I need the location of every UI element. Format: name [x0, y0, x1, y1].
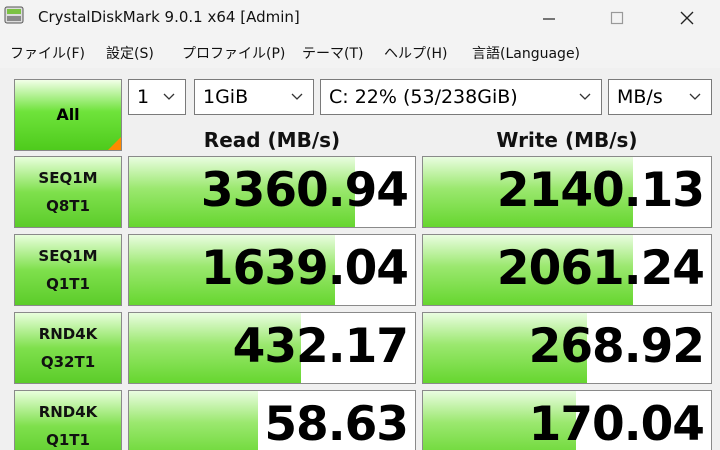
maximize-icon: [610, 11, 624, 25]
dropdown-arrow-icon: [163, 93, 175, 100]
dropdown-arrow-icon: [689, 93, 701, 100]
test-params: Q8T1: [46, 197, 90, 215]
write-result-value: 268.92: [528, 319, 705, 374]
all-button[interactable]: All: [14, 79, 122, 151]
title-bar: CrystalDiskMark 9.0.1 x64 [Admin]: [0, 0, 720, 36]
unit-select[interactable]: MB/s: [608, 79, 712, 115]
test-button-rnd4k-q32t1[interactable]: RND4K Q32T1: [14, 312, 122, 384]
read-result-value: 3360.94: [200, 163, 409, 218]
drive-select-value: C: 22% (53/238GiB): [329, 86, 518, 108]
test-params: Q32T1: [40, 353, 96, 371]
menu-profile[interactable]: プロファイル(P): [182, 43, 285, 63]
read-result-value: 58.63: [264, 397, 409, 450]
size-select-value: 1GiB: [203, 86, 249, 108]
menu-theme[interactable]: テーマ(T): [302, 43, 363, 63]
read-header: Read (MB/s): [203, 128, 341, 152]
write-header: Write (MB/s): [496, 128, 638, 152]
test-name: SEQ1M: [38, 169, 98, 187]
app-disk-icon: [4, 6, 24, 24]
count-select[interactable]: 1: [128, 79, 186, 115]
write-result-cell: 2140.13: [422, 156, 712, 228]
read-result-value: 432.17: [232, 319, 409, 374]
write-result-cell: 2061.24: [422, 234, 712, 306]
read-result-cell: 3360.94: [128, 156, 416, 228]
test-button-seq1m-q8t1[interactable]: SEQ1M Q8T1: [14, 156, 122, 228]
unit-select-value: MB/s: [617, 86, 663, 108]
write-result-cell: 170.04: [422, 390, 712, 450]
write-result-cell: 268.92: [422, 312, 712, 384]
dropdown-arrow-icon: [579, 93, 591, 100]
menu-file[interactable]: ファイル(F): [10, 43, 85, 63]
read-result-cell: 432.17: [128, 312, 416, 384]
test-params: Q1T1: [46, 431, 90, 449]
test-button-rnd4k-q1t1[interactable]: RND4K Q1T1: [14, 390, 122, 450]
write-result-value: 170.04: [528, 397, 705, 450]
write-result-value: 2140.13: [496, 163, 705, 218]
test-button-seq1m-q1t1[interactable]: SEQ1M Q1T1: [14, 234, 122, 306]
dropdown-arrow-icon: [291, 93, 303, 100]
minimize-icon: [543, 18, 555, 20]
read-result-bar: [129, 391, 258, 450]
test-name: RND4K: [38, 403, 98, 421]
window-title: CrystalDiskMark 9.0.1 x64 [Admin]: [38, 8, 300, 26]
test-params: Q1T1: [46, 275, 90, 293]
close-button[interactable]: [664, 0, 710, 36]
maximize-button[interactable]: [594, 0, 640, 36]
write-result-value: 2061.24: [496, 241, 705, 296]
test-name: RND4K: [38, 325, 98, 343]
count-select-value: 1: [137, 86, 150, 108]
menu-settings[interactable]: 設定(S): [106, 43, 154, 63]
all-button-label: All: [56, 105, 80, 124]
menu-language[interactable]: 言語(Language): [472, 43, 580, 63]
minimize-button[interactable]: [526, 0, 572, 36]
read-result-cell: 58.63: [128, 390, 416, 450]
close-icon: [680, 11, 694, 25]
drive-select[interactable]: C: 22% (53/238GiB): [320, 79, 602, 115]
menu-help[interactable]: ヘルプ(H): [384, 43, 447, 63]
read-result-value: 1639.04: [200, 241, 409, 296]
test-name: SEQ1M: [38, 247, 98, 265]
size-select[interactable]: 1GiB: [194, 79, 314, 115]
read-result-cell: 1639.04: [128, 234, 416, 306]
all-button-corner: [108, 137, 121, 150]
menu-bar: ファイル(F) 設定(S) プロファイル(P) テーマ(T) ヘルプ(H) 言語…: [0, 36, 720, 68]
